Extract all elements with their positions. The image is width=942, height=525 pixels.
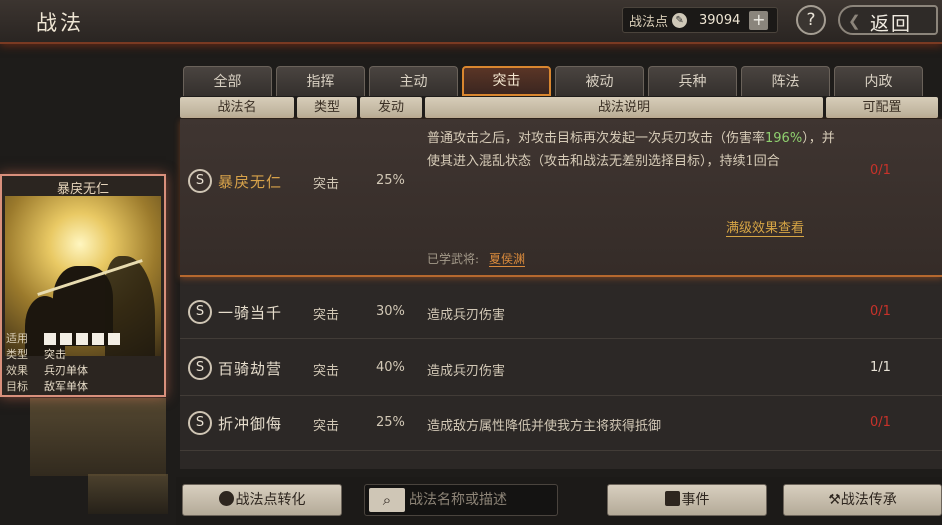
tactic-points-label: 战法点 (629, 14, 669, 30)
convert-points-button[interactable]: 战法点转化 (182, 484, 342, 516)
tactic-card[interactable]: 暴戾无仁 适用 类型 突击 效果 兵刃单体 目标 敌军单体 (0, 174, 166, 397)
table-row[interactable]: S 百骑劫营 突击 40% 造成兵刃伤害 1/1 (180, 342, 942, 396)
col-rate[interactable]: 发动 (360, 97, 422, 118)
search-input[interactable] (409, 488, 553, 512)
tab-assault[interactable]: 突击 (462, 66, 551, 96)
event-icon (664, 491, 680, 506)
category-tabs: 全部 指挥 主动 突击 被动 兵种 阵法 内政 (183, 66, 923, 96)
tab-internal[interactable]: 内政 (834, 66, 923, 96)
tactic-name: 折冲御侮 (218, 415, 283, 433)
siege-icon (108, 333, 120, 345)
tactic-config: 0/1 (870, 163, 891, 178)
learned-generals: 已学武将: 夏侯渊 (427, 252, 526, 267)
card-row-type: 类型 突击 (6, 348, 66, 361)
add-points-button[interactable]: + (749, 10, 769, 30)
tactic-type: 突击 (313, 364, 340, 379)
tactic-desc: 造成兵刃伤害 (427, 308, 506, 323)
grade-badge: S (188, 169, 212, 193)
table-row[interactable]: S 暴戾无仁 突击 25% 普通攻击之后，对攻击目标再次发起一次兵刃攻击（伤害率… (180, 119, 942, 277)
tactic-desc: 造成敌方属性降低并使我方主将获得抵御 (427, 419, 662, 434)
tactic-points-display: 战法点 ✎ 39094 + (622, 7, 778, 33)
search-icon[interactable]: ⌕ (369, 488, 405, 512)
tactic-type: 突击 (313, 177, 340, 192)
tab-all[interactable]: 全部 (183, 66, 272, 96)
table-row[interactable]: S 一骑当千 突击 30% 造成兵刃伤害 0/1 (180, 287, 942, 339)
tactic-rate: 40% (376, 360, 405, 375)
tactic-type: 突击 (313, 419, 340, 434)
tactic-card-name: 暴戾无仁 (56, 182, 109, 197)
tactic-points-icon: ✎ (672, 12, 688, 28)
top-bar: 战法 战法点 ✎ 39094 + ? ❮ 返回 (0, 0, 942, 44)
learned-general-link[interactable]: 夏侯渊 (489, 252, 526, 267)
tactic-config: 0/1 (870, 415, 891, 430)
tactic-name: 暴戾无仁 (218, 173, 283, 191)
inherit-tactic-button[interactable]: ⚒战法传承 (783, 484, 942, 516)
col-name[interactable]: 战法名 (180, 97, 294, 118)
col-type[interactable]: 类型 (297, 97, 357, 118)
card-row-target: 目标 敌军单体 (6, 380, 88, 393)
col-config[interactable]: 可配置 (826, 97, 938, 118)
tactic-rate: 25% (376, 415, 405, 430)
back-button[interactable]: ❮ 返回 (838, 5, 938, 35)
grade-badge: S (188, 411, 212, 435)
tab-passive[interactable]: 被动 (555, 66, 644, 96)
card-row-effect: 效果 兵刃单体 (6, 364, 88, 377)
card-stack-bg (30, 398, 166, 476)
hammer-icon: ⚒ (828, 492, 841, 508)
tactic-config: 0/1 (870, 304, 891, 319)
tab-troop[interactable]: 兵种 (648, 66, 737, 96)
help-button[interactable]: ? (796, 5, 826, 35)
tactic-rate: 30% (376, 304, 405, 319)
tactic-name: 百骑劫营 (218, 360, 283, 378)
shield-icon (60, 333, 72, 345)
tactic-type: 突击 (313, 308, 340, 323)
tactic-desc: 普通攻击之后，对攻击目标再次发起一次兵刃攻击（伤害率196%），并使其进入混乱状… (427, 131, 835, 169)
spear-icon (92, 333, 104, 345)
grade-badge: S (188, 356, 212, 380)
search-box: ⌕ (364, 484, 558, 516)
tactic-points-value: 39094 (699, 12, 741, 28)
flame-icon (218, 491, 234, 506)
tactic-desc: 造成兵刃伤害 (427, 364, 506, 379)
bow-icon (76, 333, 88, 345)
card-row-suitable: 适用 (6, 331, 162, 347)
tactic-rate: 25% (376, 173, 405, 188)
cavalry-icon (44, 333, 56, 345)
tab-command[interactable]: 指挥 (276, 66, 365, 96)
tactic-name: 一骑当千 (218, 304, 283, 322)
events-button[interactable]: 事件 (607, 484, 767, 516)
col-desc: 战法说明 (425, 97, 823, 118)
back-arrow-icon: ❮ (848, 12, 861, 30)
grade-badge: S (188, 300, 212, 324)
tab-active[interactable]: 主动 (369, 66, 458, 96)
card-stack-bg-2 (88, 474, 168, 514)
tactic-card-info: 适用 类型 突击 效果 兵刃单体 目标 敌军单体 (6, 331, 162, 395)
unit-type-icons (44, 331, 120, 347)
max-level-link[interactable]: 满级效果查看 (726, 217, 805, 237)
tab-formation[interactable]: 阵法 (741, 66, 830, 96)
tactic-config: 1/1 (870, 360, 891, 375)
page-title: 战法 (36, 11, 84, 35)
table-row[interactable]: S 折冲御侮 突击 25% 造成敌方属性降低并使我方主将获得抵御 0/1 (180, 397, 942, 451)
back-label: 返回 (870, 13, 913, 35)
